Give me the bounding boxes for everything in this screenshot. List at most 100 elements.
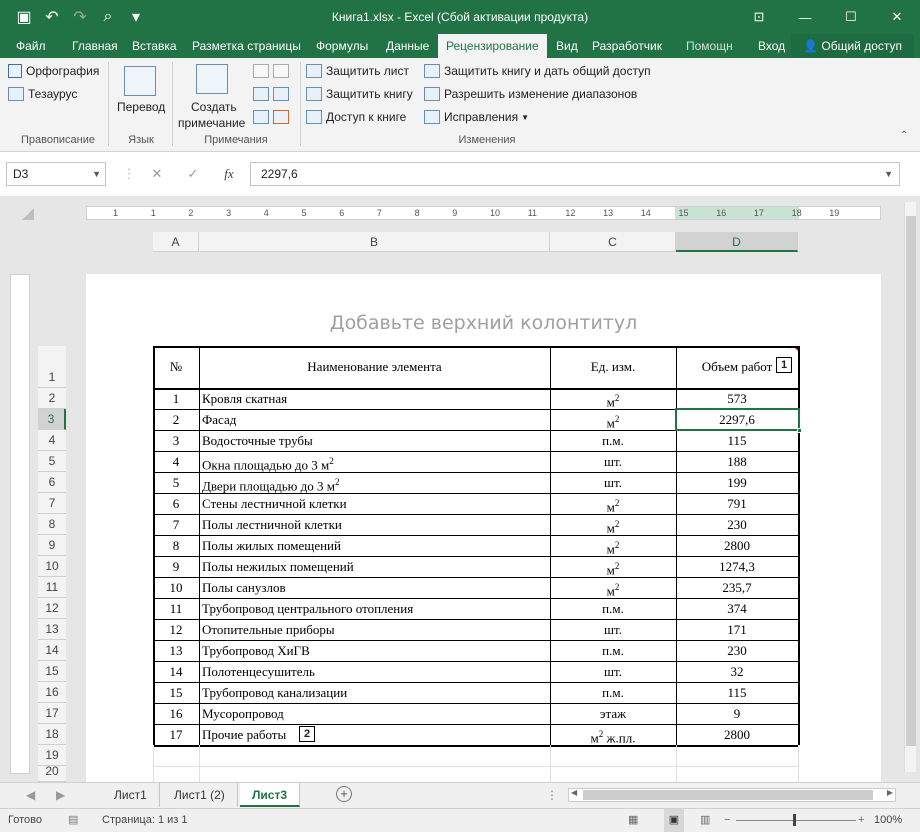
cell-unit[interactable]: п.м.	[553, 640, 673, 661]
cancel-icon[interactable]: ✕	[142, 162, 172, 186]
horizontal-scrollbar[interactable]: ◀ ▶	[568, 788, 896, 802]
cell-volume[interactable]: 171	[679, 619, 795, 640]
allow-edit-ranges-button[interactable]: Разрешить изменение диапазонов	[424, 87, 637, 101]
cell-unit[interactable]: м2	[553, 493, 673, 514]
tab-6[interactable]: Рецензирование	[438, 34, 547, 58]
scroll-left-icon[interactable]: ◀	[571, 788, 577, 797]
cell-volume[interactable]: 1274,3	[679, 556, 795, 577]
row-header[interactable]: 16	[38, 682, 66, 703]
cell-num[interactable]: 15	[156, 682, 196, 703]
normal-view-icon[interactable]: ▦	[628, 809, 638, 832]
cell-volume[interactable]: 199	[679, 472, 795, 493]
new-comment-button-line2[interactable]: примечание	[178, 116, 245, 130]
cell-volume[interactable]: 32	[679, 661, 795, 682]
cell-volume[interactable]: 115	[679, 430, 795, 451]
delete-comment-icon[interactable]	[253, 64, 293, 78]
cell-name[interactable]: Полы нежилых помещений	[202, 556, 547, 577]
cell-name[interactable]: Двери площадью до 3 м2	[202, 472, 547, 493]
scroll-right-icon[interactable]: ▶	[887, 788, 893, 797]
tab-2[interactable]: Вставка	[124, 34, 185, 58]
cell-unit[interactable]: шт.	[553, 619, 673, 640]
save-icon[interactable]: ▣	[10, 3, 38, 31]
row-header[interactable]: 15	[38, 661, 66, 682]
row-header[interactable]: 10	[38, 556, 66, 577]
new-comment-button[interactable]: Создать	[191, 100, 237, 114]
row-header[interactable]: 12	[38, 598, 66, 619]
cell-num[interactable]: 7	[156, 514, 196, 535]
tab-3[interactable]: Разметка страницы	[184, 34, 309, 58]
row-header[interactable]: 8	[38, 514, 66, 535]
translate-button[interactable]: Перевод	[117, 100, 165, 114]
protect-workbook-button[interactable]: Защитить книгу	[306, 87, 413, 101]
close-icon[interactable]: ✕	[874, 0, 920, 34]
row-header[interactable]: 6	[38, 472, 66, 493]
column-header-C[interactable]: C	[550, 232, 676, 252]
expand-formula-icon[interactable]: ▼	[884, 163, 893, 185]
table-header-num[interactable]: №	[156, 346, 196, 388]
share-workbook-button[interactable]: Доступ к книге	[306, 110, 406, 124]
tab-4[interactable]: Формулы	[308, 34, 376, 58]
add-sheet-icon[interactable]: +	[336, 786, 352, 802]
enter-icon[interactable]: ✓	[178, 162, 208, 186]
sheet-tab[interactable]: Лист3	[240, 783, 301, 807]
cell-name[interactable]: Кровля скатная	[202, 388, 547, 409]
tab-10[interactable]: Вход	[750, 34, 793, 58]
tab-1[interactable]: Главная	[64, 34, 126, 58]
cell-unit[interactable]: п.м.	[553, 682, 673, 703]
cell-volume[interactable]: 9	[679, 703, 795, 724]
cell-volume[interactable]: 2800	[679, 724, 795, 745]
cell-unit[interactable]: м2 ж.пл.	[553, 724, 673, 745]
cell-volume[interactable]: 230	[679, 514, 795, 535]
row-header[interactable]: 19	[38, 745, 66, 766]
protect-sheet-button[interactable]: Защитить лист	[306, 64, 409, 78]
cell-num[interactable]: 17	[156, 724, 196, 745]
cell-num[interactable]: 3	[156, 430, 196, 451]
cell-num[interactable]: 9	[156, 556, 196, 577]
previous-comment-icon[interactable]	[253, 87, 293, 101]
share-button[interactable]: 👤 Общий доступ	[791, 34, 914, 58]
redo-icon[interactable]: ↷	[66, 3, 94, 31]
spelling-button[interactable]: Орфография	[8, 64, 99, 78]
row-header[interactable]: 5	[38, 451, 66, 472]
cell-unit[interactable]: м2	[553, 514, 673, 535]
cell-unit[interactable]: шт.	[553, 451, 673, 472]
tab-0[interactable]: Файл	[8, 34, 54, 58]
cell-volume[interactable]: 115	[679, 682, 795, 703]
page-layout-view-icon[interactable]: ▣	[664, 809, 684, 832]
prev-sheet-icon[interactable]: ◀	[26, 783, 35, 807]
column-header-B[interactable]: B	[199, 232, 550, 252]
cell-unit[interactable]: шт.	[553, 472, 673, 493]
row-header[interactable]: 13	[38, 619, 66, 640]
cell-num[interactable]: 4	[156, 451, 196, 472]
cell-num[interactable]: 8	[156, 535, 196, 556]
column-header-A[interactable]: A	[153, 232, 199, 252]
zoom-slider[interactable]	[736, 820, 856, 821]
cell-name[interactable]: Водосточные трубы	[202, 430, 547, 451]
cell-name[interactable]: Окна площадью до 3 м2	[202, 451, 547, 472]
cell-volume[interactable]: 235,7	[679, 577, 795, 598]
tab-5[interactable]: Данные	[378, 34, 437, 58]
row-header[interactable]: 3	[38, 409, 66, 430]
cell-unit[interactable]: п.м.	[553, 430, 673, 451]
sheet-tab[interactable]: Лист1 (2)	[162, 783, 238, 807]
print-preview-icon[interactable]: ⌕	[94, 3, 122, 31]
cell-name[interactable]: Мусоропровод	[202, 703, 547, 724]
cell-name[interactable]: Полы жилых помещений	[202, 535, 547, 556]
zoom-out-icon[interactable]: −	[724, 809, 730, 832]
zoom-in-icon[interactable]: +	[858, 809, 864, 832]
row-header[interactable]: 14	[38, 640, 66, 661]
sheet-tab[interactable]: Лист1	[102, 783, 160, 807]
zoom-slider-thumb[interactable]	[793, 814, 796, 826]
cell-unit[interactable]: шт.	[553, 661, 673, 682]
tab-7[interactable]: Вид	[548, 34, 586, 58]
tab-help[interactable]: Помощн	[678, 34, 741, 58]
track-changes-button[interactable]: Исправления ▼	[424, 110, 529, 124]
header-placeholder[interactable]: Добавьте верхний колонтитул	[86, 312, 881, 334]
cell-unit[interactable]: м2	[553, 388, 673, 409]
cell-name[interactable]: Трубопровод ХиГВ	[202, 640, 547, 661]
row-header[interactable]: 17	[38, 703, 66, 724]
scrollbar-thumb[interactable]	[583, 790, 873, 800]
vertical-scrollbar[interactable]	[904, 202, 916, 772]
table-header-name[interactable]: Наименование элемента	[202, 346, 547, 388]
cell-name[interactable]: Стены лестничной клетки	[202, 493, 547, 514]
